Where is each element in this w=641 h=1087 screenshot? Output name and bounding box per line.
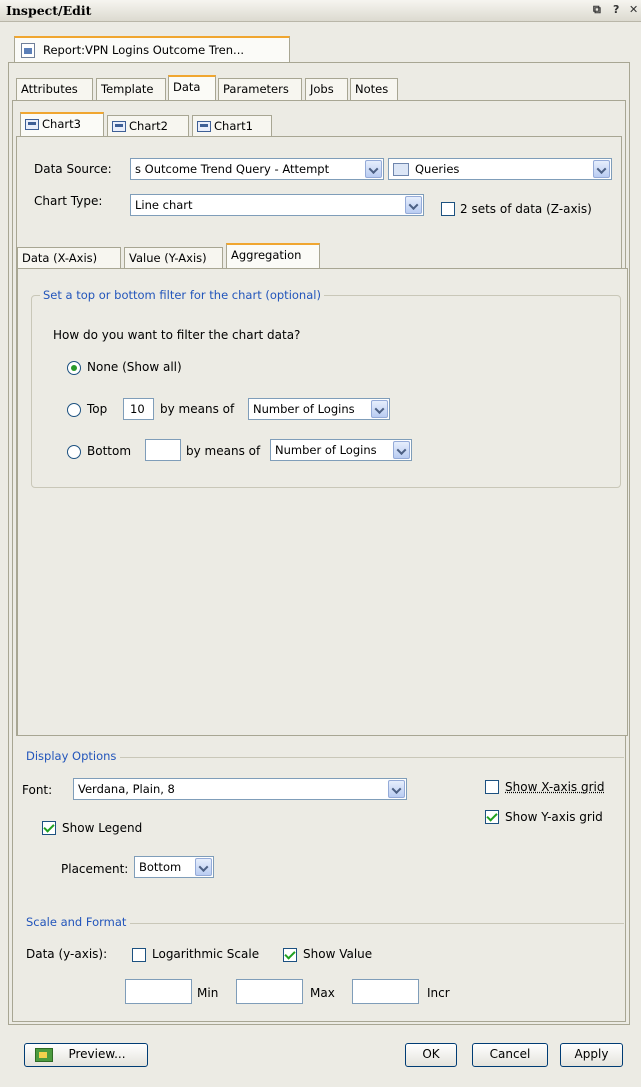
tab-parameters[interactable]: Parameters xyxy=(218,78,302,100)
chart-icon xyxy=(112,121,126,132)
report-tab[interactable]: Report:VPN Logins Outcome Tren... xyxy=(14,36,290,63)
font-value: Verdana, Plain, 8 xyxy=(78,782,175,796)
filter-top-by-means-label: by means of xyxy=(160,402,235,416)
show-y-grid-checkbox[interactable] xyxy=(485,810,499,824)
filter-bottom-by-means-label: by means of xyxy=(186,444,261,458)
chart-type-value: Line chart xyxy=(135,198,193,212)
chart-type-label: Chart Type: xyxy=(34,194,103,208)
tab-template[interactable]: Template xyxy=(96,78,166,100)
apply-button[interactable]: Apply xyxy=(560,1043,623,1067)
window-title-bar: Inspect/Edit ⧉ ? ✕ xyxy=(0,0,641,22)
data-y-axis-label: Data (y-axis): xyxy=(26,947,108,961)
tab-chart2-label: Chart2 xyxy=(129,119,168,133)
filter-bottom-label: Bottom xyxy=(87,444,132,458)
font-select[interactable]: Verdana, Plain, 8 xyxy=(73,778,407,800)
filter-group-title: Set a top or bottom filter for the chart… xyxy=(40,288,324,302)
display-options-title: Display Options xyxy=(26,749,121,763)
undock-icon[interactable]: ⧉ xyxy=(593,4,601,16)
tab-jobs[interactable]: Jobs xyxy=(305,78,348,100)
chevron-down-icon[interactable] xyxy=(593,160,610,178)
report-document-icon xyxy=(21,43,35,58)
z-axis-label: 2 sets of data (Z-axis) xyxy=(460,202,592,216)
filter-top-label: Top xyxy=(87,402,108,416)
max-label: Max xyxy=(310,986,335,1000)
filter-bottom-measure-value: Number of Logins xyxy=(275,443,377,457)
placement-label: Placement: xyxy=(61,862,129,876)
close-icon[interactable]: ✕ xyxy=(629,4,638,16)
chart-icon xyxy=(197,121,211,132)
show-value-checkbox[interactable] xyxy=(283,948,297,962)
chevron-down-icon[interactable] xyxy=(405,196,422,214)
filter-none-label: None (Show all) xyxy=(87,360,182,374)
incr-input[interactable] xyxy=(352,979,419,1004)
tab-chart3[interactable]: Chart3 xyxy=(20,112,104,137)
filter-bottom-measure-select[interactable]: Number of Logins xyxy=(270,439,412,461)
chart-icon xyxy=(25,119,39,130)
placement-select[interactable]: Bottom xyxy=(134,856,214,878)
min-input[interactable] xyxy=(125,979,192,1004)
show-x-grid-label: Show X-axis grid xyxy=(505,780,605,794)
chevron-down-icon[interactable] xyxy=(393,441,410,459)
show-value-label: Show Value xyxy=(303,947,373,961)
chart-type-select[interactable]: Line chart xyxy=(130,194,424,216)
tab-value-y-axis[interactable]: Value (Y-Axis) xyxy=(124,247,223,269)
data-source-label: Data Source: xyxy=(34,162,112,176)
filter-bottom-input[interactable] xyxy=(145,439,181,461)
font-label: Font: xyxy=(22,783,53,797)
chevron-down-icon[interactable] xyxy=(371,400,388,418)
window-title: Inspect/Edit xyxy=(6,3,92,18)
show-x-grid-checkbox[interactable] xyxy=(485,780,499,794)
filter-top-radio[interactable] xyxy=(67,403,81,417)
tab-attributes[interactable]: Attributes xyxy=(16,78,93,100)
incr-label: Incr xyxy=(427,986,450,1000)
help-icon[interactable]: ? xyxy=(613,4,619,16)
filter-top-input[interactable]: 10 xyxy=(123,398,154,420)
show-legend-checkbox[interactable] xyxy=(42,821,56,835)
chevron-down-icon[interactable] xyxy=(388,780,405,798)
log-scale-checkbox[interactable] xyxy=(132,948,146,962)
chevron-down-icon[interactable] xyxy=(195,858,212,876)
tab-chart2[interactable]: Chart2 xyxy=(107,115,189,137)
preview-button[interactable]: Preview... xyxy=(24,1043,148,1067)
tab-data-x-axis[interactable]: Data (X-Axis) xyxy=(17,247,121,269)
log-scale-label: Logarithmic Scale xyxy=(152,947,260,961)
z-axis-checkbox[interactable] xyxy=(441,202,455,216)
tab-data[interactable]: Data xyxy=(168,75,216,100)
filter-question: How do you want to filter the chart data… xyxy=(53,328,301,342)
tab-chart1[interactable]: Chart1 xyxy=(192,115,272,137)
tab-notes[interactable]: Notes xyxy=(350,78,398,100)
tab-aggregation[interactable]: Aggregation xyxy=(226,243,320,268)
tab-chart3-label: Chart3 xyxy=(42,117,81,131)
chevron-down-icon[interactable] xyxy=(365,160,382,178)
data-source-value: s Outcome Trend Query - Attempt xyxy=(135,162,330,176)
cancel-button[interactable]: Cancel xyxy=(472,1043,548,1067)
max-input[interactable] xyxy=(236,979,303,1004)
filter-top-measure-select[interactable]: Number of Logins xyxy=(248,398,390,420)
show-y-grid-label: Show Y-axis grid xyxy=(505,810,603,824)
tab-chart1-label: Chart1 xyxy=(214,119,253,133)
filter-bottom-radio[interactable] xyxy=(67,445,81,459)
data-source-select[interactable]: s Outcome Trend Query - Attempt xyxy=(130,158,384,180)
show-legend-label: Show Legend xyxy=(62,821,143,835)
query-icon xyxy=(393,163,409,176)
preview-button-label: Preview... xyxy=(68,1047,126,1061)
filter-top-measure-value: Number of Logins xyxy=(253,402,355,416)
data-source-category-select[interactable]: Queries xyxy=(388,158,612,180)
filter-none-radio[interactable] xyxy=(67,361,81,375)
preview-icon xyxy=(35,1048,53,1062)
report-tab-label: Report:VPN Logins Outcome Tren... xyxy=(43,43,245,57)
scale-format-title: Scale and Format xyxy=(26,915,131,929)
min-label: Min xyxy=(197,986,219,1000)
data-source-category-value: Queries xyxy=(415,162,460,176)
ok-button[interactable]: OK xyxy=(405,1043,457,1067)
